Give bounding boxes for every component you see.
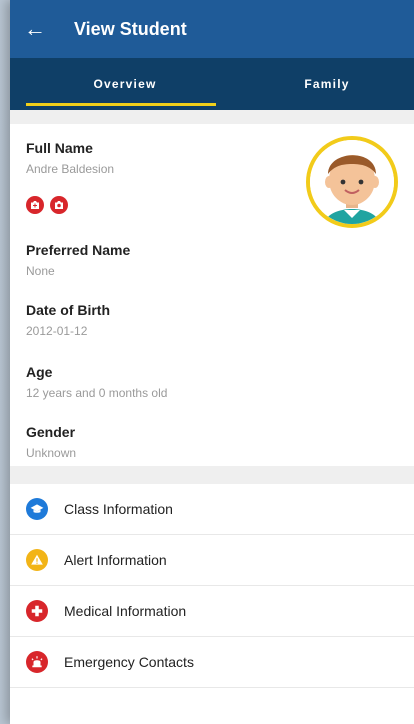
menu-item-class-information[interactable]: Class Information bbox=[10, 484, 414, 535]
back-button[interactable]: ← bbox=[10, 0, 60, 58]
avatar[interactable] bbox=[306, 136, 398, 228]
app-screen: ← View Student Overview Family Full Name… bbox=[10, 0, 414, 724]
dob-field: Date of Birth 2012-01-12 bbox=[26, 302, 110, 338]
menu-item-label: Medical Information bbox=[64, 603, 187, 619]
preferred-name-value: None bbox=[26, 264, 55, 278]
tab-family[interactable]: Family bbox=[240, 58, 414, 110]
section-divider bbox=[10, 466, 414, 484]
take-photo-button[interactable] bbox=[50, 196, 68, 214]
preferred-name-label: Preferred Name bbox=[26, 242, 131, 258]
gender-field: Gender Unknown bbox=[26, 424, 76, 460]
tab-bar: Overview Family bbox=[10, 58, 414, 110]
tab-overview-label: Overview bbox=[93, 77, 157, 91]
overview-panel: Full Name Andre Baldesion Preferred Name… bbox=[10, 124, 414, 466]
preferred-name-field: Preferred Name None bbox=[26, 242, 130, 278]
age-field: Age 12 years and 0 months old bbox=[26, 364, 167, 400]
section-divider bbox=[10, 110, 414, 124]
menu-item-label: Alert Information bbox=[64, 552, 167, 568]
medical-cross-icon bbox=[26, 600, 48, 622]
full-name-label: Full Name bbox=[26, 140, 93, 156]
menu-item-alert-information[interactable]: Alert Information bbox=[10, 535, 414, 586]
add-photo-button[interactable] bbox=[26, 196, 44, 214]
age-label: Age bbox=[26, 364, 53, 380]
tab-family-label: Family bbox=[304, 77, 350, 91]
info-menu: Class Information Alert Information Medi… bbox=[10, 484, 414, 688]
app-bar: ← View Student bbox=[10, 0, 414, 58]
dob-label: Date of Birth bbox=[26, 302, 110, 318]
gender-label: Gender bbox=[26, 424, 76, 440]
age-value: 12 years and 0 months old bbox=[26, 386, 168, 400]
photo-actions bbox=[26, 196, 68, 214]
tab-indicator bbox=[26, 103, 216, 106]
camera-icon bbox=[55, 201, 63, 209]
full-name-field: Full Name Andre Baldesion bbox=[26, 140, 114, 176]
full-name-value: Andre Baldesion bbox=[26, 162, 115, 176]
page-title: View Student bbox=[74, 18, 187, 39]
student-avatar-icon bbox=[310, 140, 394, 224]
tab-overview[interactable]: Overview bbox=[10, 58, 240, 110]
siren-icon bbox=[26, 651, 48, 673]
menu-item-medical-information[interactable]: Medical Information bbox=[10, 586, 414, 637]
graduation-cap-icon bbox=[26, 498, 48, 520]
warning-icon bbox=[26, 549, 48, 571]
camera-plus-icon bbox=[31, 201, 39, 209]
menu-item-label: Emergency Contacts bbox=[64, 654, 194, 670]
gender-value: Unknown bbox=[26, 446, 77, 460]
menu-item-label: Class Information bbox=[64, 501, 173, 517]
menu-item-emergency-contacts[interactable]: Emergency Contacts bbox=[10, 637, 414, 688]
dob-value: 2012-01-12 bbox=[26, 324, 88, 338]
arrow-left-icon: ← bbox=[24, 16, 46, 41]
